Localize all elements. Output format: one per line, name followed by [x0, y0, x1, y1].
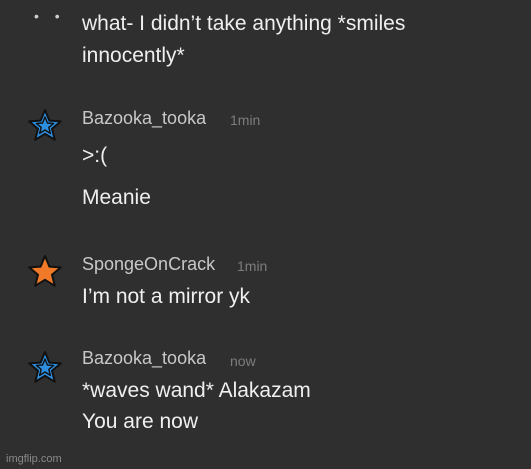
orange-star-icon: [28, 255, 62, 287]
blue-star-icon: [28, 351, 62, 383]
timestamp: 1min: [237, 258, 268, 274]
message-text: >:(: [82, 144, 108, 167]
avatar[interactable]: [28, 254, 62, 288]
message-text: innocently*: [82, 44, 185, 67]
message-text: what- I didn’t take anything *smiles: [82, 12, 406, 35]
timestamp: 1min: [230, 112, 261, 128]
author-name[interactable]: Bazooka_tooka: [82, 348, 206, 369]
message-text: You are now: [82, 410, 198, 433]
author-name[interactable]: Bazooka_tooka: [82, 108, 206, 129]
blue-star-icon: [28, 109, 62, 141]
message-text: *waves wand* Alakazam: [82, 379, 311, 402]
watermark: imgflip.com: [6, 453, 62, 465]
avatar[interactable]: [28, 350, 62, 384]
author-name[interactable]: SpongeOnCrack: [82, 254, 215, 275]
avatar[interactable]: [28, 108, 62, 142]
timestamp: now: [230, 353, 256, 369]
message-item: SpongeOnCrack 1min I’m not a mirror yk: [0, 248, 531, 318]
message-text: Meanie: [82, 186, 151, 209]
message-text: I’m not a mirror yk: [82, 285, 251, 308]
avatar-partial: • •: [34, 8, 66, 24]
message-item: Bazooka_tooka 1min >:( Meanie: [0, 100, 531, 220]
message-item: Bazooka_tooka now *waves wand* Alakazam …: [0, 344, 531, 444]
message-first: • • what- I didn’t take anything *smiles…: [0, 0, 531, 80]
